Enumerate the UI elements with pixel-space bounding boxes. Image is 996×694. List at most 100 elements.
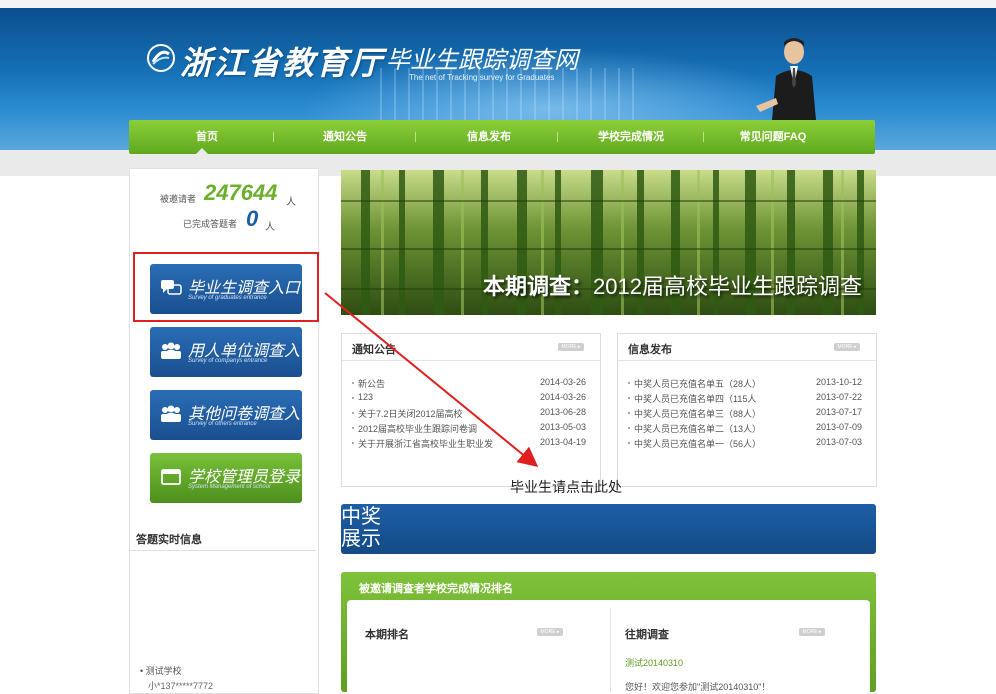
notice-title: 新公告: [358, 379, 386, 389]
bullet: [628, 397, 630, 399]
divider: [130, 550, 316, 551]
notice-date: 2013-05-03: [539, 422, 586, 432]
banner-label: 本期调查: [483, 274, 572, 299]
info-item-date: 2013-07-03: [815, 437, 862, 447]
nav-notices[interactable]: 通知公告: [315, 120, 375, 154]
live-info-user: 小*137*****7772: [148, 681, 214, 691]
past-surveys-more-button[interactable]: MORE ▸: [799, 628, 825, 636]
highlight-box: [133, 252, 319, 322]
notice-item[interactable]: 关于开展浙江省高校毕业生职业发 2013-04-19: [342, 437, 600, 449]
logo-swirl-icon: [147, 44, 175, 72]
info-item-title: 中奖人员已充值名单二（13人）: [634, 424, 762, 434]
notice-title: 关于开展浙江省高校毕业生职业发: [358, 439, 494, 449]
nav-info[interactable]: 信息发布: [459, 120, 519, 154]
ranking-panel: 被邀请调查者学校完成情况排名 本期排名 MORE ▸ 往期调查 MORE ▸ 测…: [341, 572, 876, 692]
info-header: 信息发布 MORE ▸: [618, 334, 876, 361]
banner-caption: 本期调查：2012届高校毕业生跟踪调查: [483, 269, 862, 301]
notices-panel: 通知公告 MORE ▸ 新公告 2014-03-26 123 2014-03-26 …: [341, 333, 601, 487]
ranking-title: 被邀请调查者学校完成情况排名: [359, 583, 513, 595]
notice-date: 2013-04-19: [539, 437, 586, 447]
past-survey-link[interactable]: 测试20140310: [625, 656, 683, 669]
logo-title[interactable]: 浙江省教育厅: [180, 38, 384, 84]
bullet: [352, 427, 354, 429]
info-item[interactable]: 中奖人员已充值名单一（56人） 2013-07-03: [618, 437, 876, 449]
school-admin-login-button[interactable]: 学校管理员登录 System Management of school: [150, 453, 302, 503]
bullet: [352, 442, 354, 444]
ranking-content: 本期排名 MORE ▸ 往期调查 MORE ▸ 测试20140310 您好！欢迎…: [347, 600, 870, 692]
completed-count: 0: [246, 206, 259, 231]
top-band: [0, 0, 996, 8]
logo-english: The net of Tracking survey for Graduates: [409, 73, 555, 82]
info-item-title: 中奖人员已充值名单三（88人）: [634, 409, 762, 419]
info-title: 信息发布: [628, 344, 672, 356]
invited-label: 被邀请者: [160, 194, 197, 204]
school-admin-login-subtitle: System Management of school: [188, 484, 271, 490]
other-survey-subtitle: Survey of others entrance: [188, 421, 257, 427]
completed-unit: 人: [265, 222, 275, 233]
award-showcase-bar[interactable]: 中奖 展示: [341, 504, 876, 554]
window-icon: [161, 469, 181, 485]
spokesperson-image: [756, 38, 816, 120]
past-surveys-title: 往期调查: [625, 629, 669, 641]
completed-label: 已完成答题者: [183, 219, 238, 229]
info-item-date: 2013-07-22: [815, 392, 862, 402]
info-item-title: 中奖人员已充值名单一（56人）: [634, 439, 762, 449]
notice-item[interactable]: 123 2014-03-26: [342, 392, 600, 404]
notice-title: 2012届高校毕业生跟踪问卷调: [358, 424, 478, 434]
notice-date: 2013-06-28: [539, 407, 586, 417]
info-item-title: 中奖人员已充值名单四（115人: [634, 394, 757, 404]
nav-separator: [415, 132, 416, 142]
banner-survey-name: 2012届高校毕业生跟踪调查: [593, 274, 862, 299]
bullet: [628, 427, 630, 429]
main-nav: 首页 通知公告 信息发布 学校完成情况 常见问题FAQ: [129, 120, 875, 154]
info-panel: 信息发布 MORE ▸ 中奖人员已充值名单五（28人） 2013-10-12 中奖…: [617, 333, 877, 487]
info-item[interactable]: 中奖人员已充值名单五（28人） 2013-10-12: [618, 377, 876, 389]
award-title-line2: 展示: [341, 528, 381, 550]
past-survey-welcome: 您好！欢迎您参加"测试20140310"！: [625, 682, 771, 692]
bullet: [352, 382, 354, 384]
other-survey-button[interactable]: 其他问卷调查入口 Survey of others entrance: [150, 390, 316, 440]
group-icon: [161, 342, 181, 359]
notices-title: 通知公告: [352, 344, 396, 356]
info-item-title: 中奖人员已充值名单五（28人）: [634, 379, 762, 389]
notice-item[interactable]: 2012届高校毕业生跟踪问卷调 2013-05-03: [342, 422, 600, 434]
notice-date: 2014-03-26: [539, 392, 586, 402]
info-item[interactable]: 中奖人员已充值名单四（115人 2013-07-22: [618, 392, 876, 404]
live-info-title: 答题实时信息: [136, 534, 202, 546]
info-more-button[interactable]: MORE ▸: [834, 343, 860, 351]
divider: [610, 608, 611, 692]
bullet: [352, 412, 354, 414]
nav-separator: [273, 132, 274, 142]
info-item[interactable]: 中奖人员已充值名单三（88人） 2013-07-17: [618, 407, 876, 419]
notices-more-button[interactable]: MORE ▸: [558, 343, 584, 351]
info-item[interactable]: 中奖人员已充值名单二（13人） 2013-07-09: [618, 422, 876, 434]
nav-school-progress[interactable]: 学校完成情况: [591, 120, 671, 154]
employer-survey-button[interactable]: 用人单位调查入口 Survey of companys entrance: [150, 327, 316, 377]
notice-item[interactable]: 关于7.2日关闭2012届高校 2013-06-28: [342, 407, 600, 419]
notices-header: 通知公告 MORE ▸: [342, 334, 600, 361]
notice-title: 关于7.2日关闭2012届高校: [358, 409, 463, 419]
invited-count: 247644: [204, 180, 278, 205]
info-item-date: 2013-10-12: [815, 377, 862, 387]
live-info-school: • 测试学校: [140, 666, 182, 676]
bullet: [352, 397, 354, 399]
logo-subtitle: 毕业生跟踪调查网: [386, 46, 578, 74]
group-icon: [161, 405, 181, 422]
bullet: [628, 382, 630, 384]
notice-item[interactable]: 新公告 2014-03-26: [342, 377, 600, 389]
current-ranking-more-button[interactable]: MORE ▸: [537, 628, 563, 636]
award-title-line1: 中奖: [341, 506, 381, 528]
info-item-date: 2013-07-09: [815, 422, 862, 432]
survey-banner[interactable]: 本期调查：2012届高校毕业生跟踪调查: [341, 170, 876, 315]
nav-faq[interactable]: 常见问题FAQ: [733, 120, 813, 154]
info-item-date: 2013-07-17: [815, 407, 862, 417]
bullet: [628, 442, 630, 444]
annotation-text: 毕业生请点击此处: [510, 479, 622, 495]
notice-date: 2014-03-26: [539, 377, 586, 387]
nav-active-caret: [196, 148, 208, 154]
bullet: [628, 412, 630, 414]
banner-colon: ：: [571, 274, 594, 299]
current-ranking-title: 本期排名: [365, 629, 409, 641]
employer-survey-subtitle: Survey of companys entrance: [188, 358, 268, 364]
invited-unit: 人: [286, 197, 296, 208]
